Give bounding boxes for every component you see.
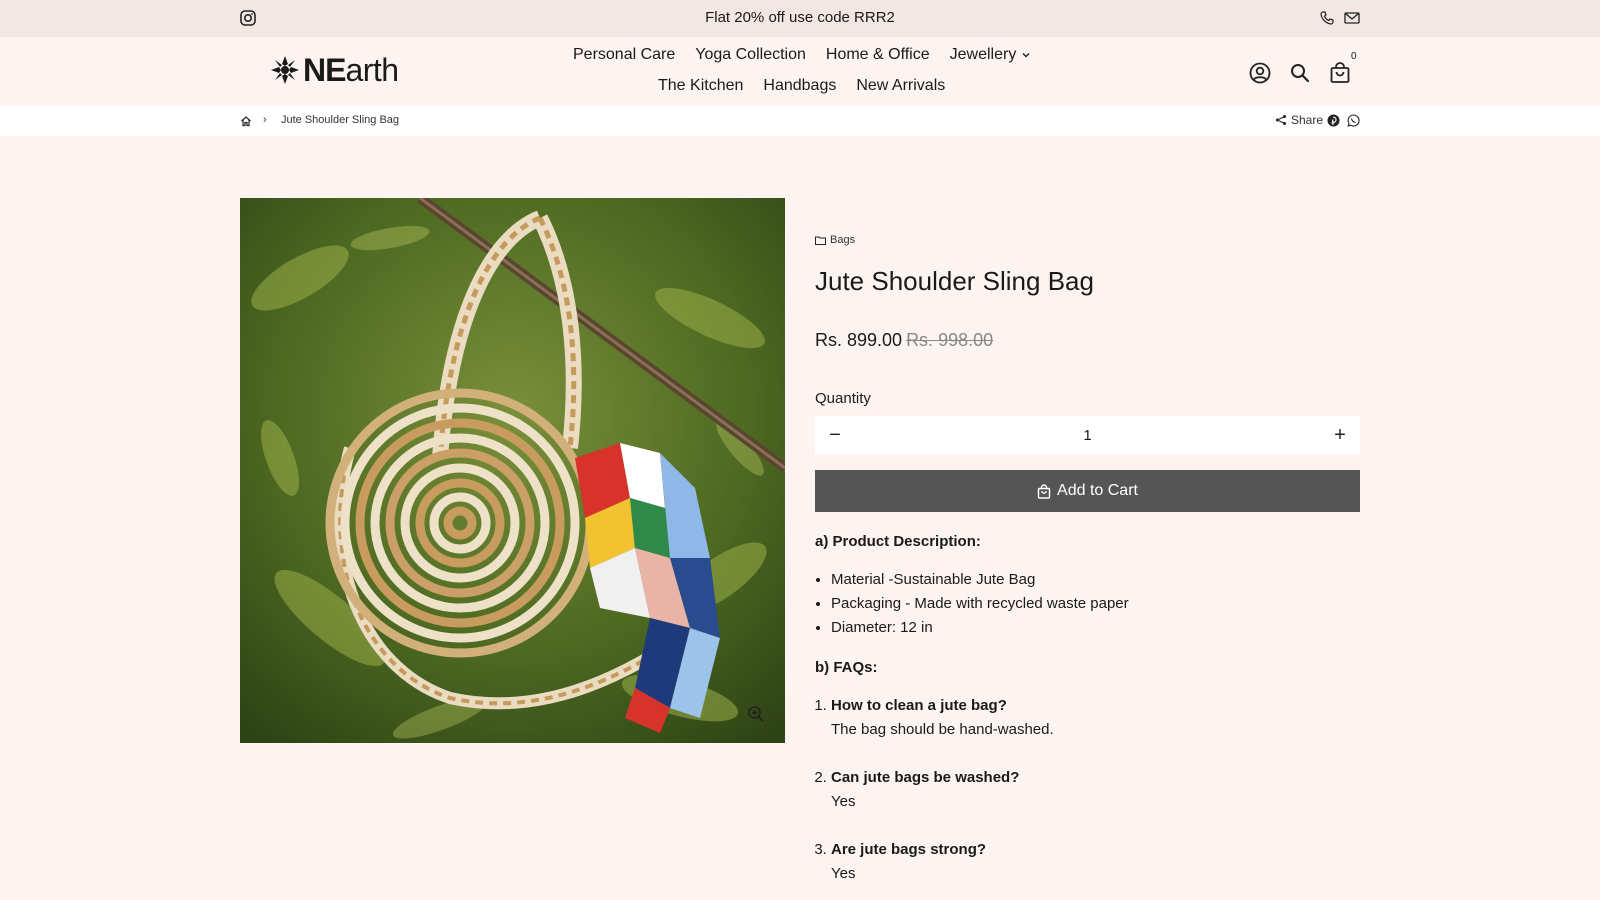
announcement-bar: Flat 20% off use code RRR2 <box>0 0 1600 37</box>
whatsapp-icon[interactable] <box>1347 114 1360 127</box>
cart-count-badge: 0 <box>1351 51 1357 62</box>
quantity-stepper: − 1 + <box>815 416 1360 454</box>
phone-icon[interactable] <box>1320 11 1334 25</box>
faq-item: Are jute bags strong? Yes <box>831 838 1360 886</box>
product-price: Rs. 899.00 Rs. 998.00 <box>815 330 993 351</box>
faq-answer: Yes <box>831 865 856 882</box>
quantity-decrease-button[interactable]: − <box>815 416 855 454</box>
nav-item-personal-care[interactable]: Personal Care <box>573 46 675 64</box>
list-item: Material -Sustainable Jute Bag <box>831 568 1360 592</box>
shopping-bag-icon[interactable] <box>1328 61 1352 85</box>
nav-label: The Kitchen <box>658 77 744 94</box>
faq-answer: Yes <box>831 793 856 810</box>
nav-label: Yoga Collection <box>695 46 806 63</box>
quantity-input[interactable]: 1 <box>1083 427 1091 444</box>
pinterest-icon[interactable] <box>1327 114 1340 127</box>
logo-mark-icon <box>271 56 299 84</box>
nav-label: Handbags <box>763 77 837 94</box>
list-item: Diameter: 12 in <box>831 616 1360 640</box>
breadcrumb-separator: › <box>263 114 267 126</box>
chevron-down-icon <box>1022 53 1030 58</box>
sale-price: Rs. 899.00 <box>815 330 903 350</box>
main-nav-row-2: The Kitchen Handbags New Arrivals <box>658 77 945 95</box>
mail-icon[interactable] <box>1344 11 1360 25</box>
faq-item: Can jute bags be washed? Yes <box>831 766 1360 814</box>
logo-text-rest: arth <box>345 51 399 88</box>
breadcrumb-current: Jute Shoulder Sling Bag <box>281 114 400 126</box>
quantity-label: Quantity <box>815 390 871 407</box>
nav-item-home-office[interactable]: Home & Office <box>826 46 930 64</box>
description-bullets: Material -Sustainable Jute Bag Packaging… <box>831 568 1360 640</box>
product-photo <box>240 198 785 743</box>
share-label: Share <box>1291 113 1324 127</box>
faq-question: Are jute bags strong? <box>831 841 987 858</box>
nav-item-new-arrivals[interactable]: New Arrivals <box>856 77 945 95</box>
share-button[interactable]: Share <box>1275 113 1323 127</box>
folder-icon <box>815 236 826 245</box>
product-category-link[interactable]: Bags <box>815 234 855 246</box>
shopping-bag-icon <box>1037 483 1051 499</box>
nav-label: New Arrivals <box>856 77 946 94</box>
nav-label: Jewellery <box>949 46 1017 63</box>
quantity-increase-button[interactable]: + <box>1320 416 1360 454</box>
faq-item: How to clean a jute bag? The bag should … <box>831 694 1360 742</box>
faq-answer: The bag should be hand-washed. <box>831 721 1054 738</box>
main-nav-row-1: Personal Care Yoga Collection Home & Off… <box>573 46 1031 64</box>
site-header: NE arth Personal Care Yoga Collection Hom… <box>0 37 1600 106</box>
account-icon[interactable] <box>1248 61 1272 85</box>
faq-question: Can jute bags be washed? <box>831 769 1020 786</box>
zoom-in-icon[interactable] <box>747 705 765 723</box>
description-heading: a) Product Description: <box>815 533 981 550</box>
product-category: Bags <box>830 234 856 246</box>
product-title: Jute Shoulder Sling Bag <box>815 266 1094 296</box>
faq-list: How to clean a jute bag? The bag should … <box>831 694 1360 886</box>
compare-price: Rs. 998.00 <box>906 330 994 350</box>
faq-question: How to clean a jute bag? <box>831 697 1007 714</box>
product-image[interactable] <box>240 198 785 743</box>
nav-item-jewellery[interactable]: Jewellery <box>950 46 1032 64</box>
nav-item-yoga-collection[interactable]: Yoga Collection <box>695 46 806 64</box>
nav-label: Home & Office <box>825 46 930 63</box>
site-logo[interactable]: NE arth <box>270 52 399 88</box>
logo-text-bold: NE <box>303 51 346 88</box>
faq-heading: b) FAQs: <box>815 659 878 676</box>
search-icon[interactable] <box>1288 61 1312 85</box>
announcement-text: Flat 20% off use code RRR2 <box>705 9 895 26</box>
breadcrumb: › Jute Shoulder Sling Bag Share <box>0 106 1600 136</box>
nav-label: Personal Care <box>573 46 676 63</box>
add-to-cart-label: Add to Cart <box>1057 482 1138 499</box>
share-icon <box>1276 115 1286 125</box>
add-to-cart-button[interactable]: Add to Cart <box>815 470 1360 512</box>
list-item: Packaging - Made with recycled waste pap… <box>831 592 1360 616</box>
home-icon[interactable] <box>240 115 252 127</box>
nav-item-the-kitchen[interactable]: The Kitchen <box>658 77 743 95</box>
nav-item-handbags[interactable]: Handbags <box>763 77 836 95</box>
product-description: a) Product Description: Material -Sustai… <box>815 530 1360 900</box>
